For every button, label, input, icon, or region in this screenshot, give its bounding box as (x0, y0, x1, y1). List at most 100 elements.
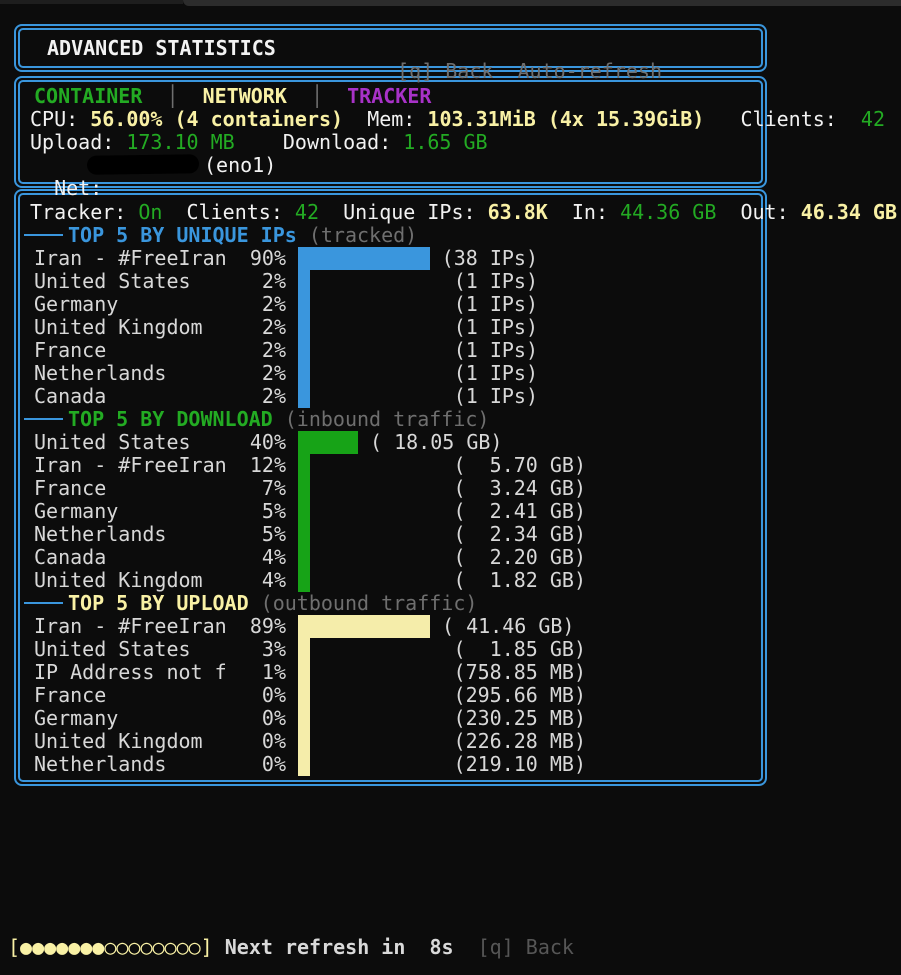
row-value: (295.66 MB) (34, 684, 586, 707)
section-title: TOP 5 BY DOWNLOAD (68, 407, 273, 431)
row-bar (298, 615, 430, 638)
text-run: 103.31MiB (4x 15.39GiB) (427, 107, 704, 131)
table-row: Netherlands0%(219.10 MB) (0, 753, 901, 776)
text-run: Tracker: (30, 200, 138, 224)
text-run: Download: (283, 130, 403, 154)
row-value: ( 1.85 GB) (34, 638, 586, 661)
table-row: Iran - #FreeIran12%( 5.70 GB) (0, 454, 901, 477)
section-subtitle: (tracked) (297, 223, 417, 247)
text-run: 63.8K (488, 200, 548, 224)
table-row: United States40%( 18.05 GB) (0, 431, 901, 454)
net-label: Net: (54, 176, 102, 200)
window-top-strip-left (0, 0, 183, 4)
text-run (235, 130, 283, 154)
table-row: Germany5%( 2.41 GB) (0, 500, 901, 523)
section-subtitle: (inbound traffic) (273, 407, 490, 431)
text-run: Clients: (162, 200, 294, 224)
net-address-redaction (87, 154, 199, 175)
table-row: Iran - #FreeIran89%( 41.46 GB) (0, 615, 901, 638)
text-run: In: (548, 200, 620, 224)
section-header: TOP 5 BY UPLOAD (outbound traffic) (68, 592, 477, 615)
row-value: ( 18.05 GB) (370, 431, 502, 454)
page-title: ADVANCED STATISTICS (47, 37, 276, 60)
row-value: (219.10 MB) (34, 753, 586, 776)
text-run: 173.10 MB (126, 130, 234, 154)
window-top-strip-tab (183, 0, 901, 6)
row-value: (1 IPs) (34, 362, 538, 385)
section-header: TOP 5 BY DOWNLOAD (inbound traffic) (68, 408, 489, 431)
cpu-mem-clients-line: CPU: 56.00% (4 containers) Mem: 103.31Mi… (30, 108, 885, 131)
row-value: (230.25 MB) (34, 707, 586, 730)
text-run: Mem: (367, 107, 427, 131)
row-value: (1 IPs) (34, 339, 538, 362)
section-branch-line (24, 418, 63, 420)
tab-bar: CONTAINER │ NETWORK │ TRACKER (34, 85, 431, 108)
table-row: Germany2%(1 IPs) (0, 293, 901, 316)
tab-tracker[interactable]: TRACKER (347, 84, 431, 108)
table-row: IP Address not f1%(758.85 MB) (0, 661, 901, 684)
table-row: Netherlands2%(1 IPs) (0, 362, 901, 385)
section-header: TOP 5 BY UNIQUE IPs (tracked) (68, 224, 417, 247)
table-row: United Kingdom0%(226.28 MB) (0, 730, 901, 753)
row-value: ( 41.46 GB) (442, 615, 574, 638)
text-run: 1.65 GB (403, 130, 487, 154)
table-row: United Kingdom2%(1 IPs) (0, 316, 901, 339)
text-run: Unique IPs: (319, 200, 488, 224)
table-row: Netherlands5%( 2.34 GB) (0, 523, 901, 546)
net-interface: (eno1) (204, 154, 276, 177)
row-value: (1 IPs) (34, 293, 538, 316)
row-value: (758.85 MB) (34, 661, 586, 684)
row-value: ( 3.24 GB) (34, 477, 586, 500)
text-run: 44.36 GB (620, 200, 716, 224)
text-run: Out: (716, 200, 800, 224)
table-row: United States3%( 1.85 GB) (0, 638, 901, 661)
status-bar: [●●●●●●●○○○○○○○○] Next refresh in 8s [q]… (8, 936, 574, 959)
tracker-summary-line: Tracker: On Clients: 42 Unique IPs: 63.8… (30, 201, 897, 224)
row-bar (298, 431, 358, 454)
spacer (493, 59, 517, 83)
row-value: ( 2.34 GB) (34, 523, 586, 546)
text-run: Clients: (740, 107, 860, 131)
text-run: 42 (295, 200, 319, 224)
row-value: ( 2.20 GB) (34, 546, 586, 569)
row-percent: 89% (34, 615, 286, 638)
text-run: 46.34 GB (801, 200, 897, 224)
text-run (343, 107, 367, 131)
table-row: France7%( 3.24 GB) (0, 477, 901, 500)
text-run: 56.00% (4 containers) (90, 107, 343, 131)
table-row: France0%(295.66 MB) (0, 684, 901, 707)
table-row: Iran - #FreeIran90%(38 IPs) (0, 247, 901, 270)
tab-container[interactable]: CONTAINER (34, 84, 142, 108)
row-percent: 40% (34, 431, 286, 454)
table-row: Canada2%(1 IPs) (0, 385, 901, 408)
table-row: France2%(1 IPs) (0, 339, 901, 362)
terminal-screen: { "colors": { "background": "#0c0c0c", "… (0, 0, 901, 975)
tab-separator: │ (142, 84, 202, 108)
text-run (704, 107, 740, 131)
back-button[interactable]: [q] Back (397, 59, 493, 83)
text-run: On (138, 200, 162, 224)
auto-refresh-toggle[interactable]: Auto-refresh (518, 59, 663, 83)
tab-network[interactable]: NETWORK (203, 84, 287, 108)
upload-download-line: Upload: 173.10 MB Download: 1.65 GB (30, 131, 488, 154)
row-value: (1 IPs) (34, 316, 538, 339)
tab-separator: │ (287, 84, 347, 108)
section-title: TOP 5 BY UNIQUE IPs (68, 223, 297, 247)
table-row: Germany0%(230.25 MB) (0, 707, 901, 730)
row-value: (226.28 MB) (34, 730, 586, 753)
table-row: United States2%(1 IPs) (0, 270, 901, 293)
back-hint[interactable]: [q] Back (454, 935, 574, 959)
section-title: TOP 5 BY UPLOAD (68, 591, 249, 615)
text-run: CPU: (30, 107, 90, 131)
text-run: 42 (861, 107, 885, 131)
row-value: ( 2.41 GB) (34, 500, 586, 523)
row-value: (38 IPs) (34, 247, 538, 270)
row-value: (1 IPs) (34, 385, 538, 408)
text-run: Upload: (30, 130, 126, 154)
section-subtitle: (outbound traffic) (249, 591, 478, 615)
refresh-progress-dots: [●●●●●●●○○○○○○○○] (8, 935, 213, 959)
section-branch-line (24, 602, 63, 604)
section-branch-line (24, 234, 63, 236)
row-value: ( 5.70 GB) (34, 454, 586, 477)
row-value: ( 1.82 GB) (34, 569, 586, 592)
